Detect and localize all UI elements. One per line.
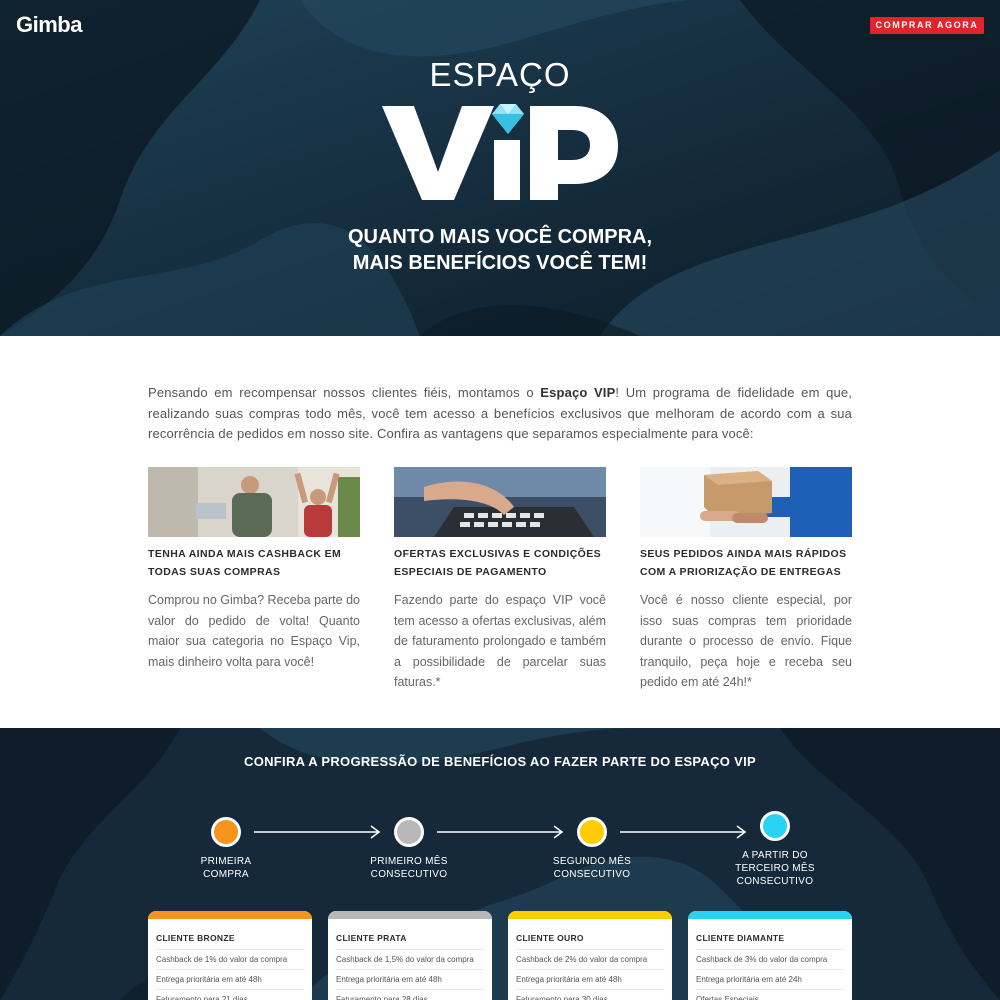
- tier-card-ouro: CLIENTE OURO Cashback de 2% do valor da …: [508, 911, 672, 1000]
- arrow-right-icon: [254, 825, 381, 839]
- progression-title: CONFIRA A PROGRESSÃO DE BENEFÍCIOS AO FA…: [244, 754, 756, 769]
- vip-letter-i: [494, 140, 520, 200]
- step-terceiro-mes: A PARTIR DO TERCEIRO MÊS CONSECUTIVO: [715, 811, 835, 888]
- step-label-line: CONSECUTIVO: [553, 869, 631, 880]
- tier-benefit: Cashback de 1,5% do valor da compra: [336, 949, 484, 970]
- feature-text: Você é nosso cliente especial, por isso …: [640, 593, 852, 689]
- feature-text: Comprou no Gimba? Receba parte do valor …: [148, 593, 360, 669]
- tier-card-diamante: CLIENTE DIAMANTE Cashback de 3% do valor…: [688, 911, 852, 1000]
- tier-card-title: CLIENTE PRATA: [336, 933, 407, 943]
- step-label: PRIMEIRO MÊS CONSECUTIVO: [349, 855, 469, 881]
- feature-cashback: TENHA AINDA MAIS CASHBACK EM TODAS SUAS …: [148, 467, 360, 672]
- feature-photo-delivery-box: [640, 467, 852, 537]
- step-label: SEGUNDO MÊS CONSECUTIVO: [532, 855, 652, 881]
- diamond-icon: [492, 104, 524, 134]
- tier-card-color-bar: [328, 911, 492, 919]
- tier-card-color-bar: [688, 911, 852, 919]
- tier-card-color-bar: [148, 911, 312, 919]
- step-dot-diamond: [760, 811, 790, 841]
- feature-entregas: SEUS PEDIDOS AINDA MAIS RÁPIDOS COM A PR…: [640, 467, 852, 693]
- step-label-line: PRIMEIRO MÊS: [370, 856, 448, 867]
- progression-section: CONFIRA A PROGRESSÃO DE BENEFÍCIOS AO FA…: [0, 728, 1000, 1000]
- tier-card-title: CLIENTE DIAMANTE: [696, 933, 785, 943]
- step-label-line: PRIMEIRA: [200, 856, 252, 867]
- step-label-line: CONSECUTIVO: [736, 876, 814, 887]
- step-label-line: TERCEIRO MÊS: [735, 863, 815, 874]
- step-label-line: SEGUNDO MÊS: [552, 856, 632, 867]
- feature-title: SEUS PEDIDOS AINDA MAIS RÁPIDOS COM A PR…: [640, 548, 847, 578]
- tier-benefit: Entrega prioritária em até 48h: [336, 970, 484, 990]
- hero-tagline-line-1: QUANTO MAIS VOCÊ COMPRA,: [347, 226, 653, 248]
- step-label-line: CONSECUTIVO: [370, 869, 448, 880]
- tier-card-color-bar: [508, 911, 672, 919]
- feature-text: Fazendo parte do espaço VIP você tem ace…: [394, 593, 606, 689]
- tier-card-title: CLIENTE BRONZE: [156, 933, 235, 943]
- step-dot-orange: [211, 817, 241, 847]
- step-label-line: COMPRA: [203, 869, 249, 880]
- step-label: PRIMEIRA COMPRA: [166, 855, 286, 881]
- tier-benefit: Cashback de 1% do valor da compra: [156, 949, 304, 970]
- tier-card-prata: CLIENTE PRATA Cashback de 1,5% do valor …: [328, 911, 492, 1000]
- tier-benefit: Cashback de 2% do valor da compra: [516, 949, 664, 970]
- vip-letter-p: [530, 106, 618, 200]
- tier-card-title: CLIENTE OURO: [516, 933, 584, 943]
- step-dot-gold: [577, 817, 607, 847]
- step-dot-silver: [394, 817, 424, 847]
- tier-benefit: Ofertas Especiais: [696, 990, 844, 1000]
- hero-title-small: ESPAÇO: [429, 56, 571, 93]
- feature-title: OFERTAS EXCLUSIVAS E CONDIÇÕES ESPECIAIS…: [394, 548, 602, 578]
- step-label: A PARTIR DO TERCEIRO MÊS CONSECUTIVO: [715, 849, 835, 888]
- buy-now-button[interactable]: COMPRAR AGORA: [870, 17, 984, 34]
- tier-benefit: Entrega prioritária em até 48h: [516, 970, 664, 990]
- feature-ofertas: OFERTAS EXCLUSIVAS E CONDIÇÕES ESPECIAIS…: [394, 467, 606, 693]
- feature-photo-people-celebrating: [148, 467, 360, 537]
- tier-benefit: Entrega prioritária em até 48h: [156, 970, 304, 990]
- arrow-right-icon: [437, 825, 564, 839]
- hero-banner: Gimba COMPRAR AGORA ESPAÇO QUANTO MAIS V…: [0, 0, 1000, 336]
- arrow-right-icon: [620, 825, 747, 839]
- tier-benefit: Faturamento para 30 dias: [516, 990, 664, 1000]
- hero-tagline-line-2: MAIS BENEFÍCIOS VOCÊ TEM!: [352, 252, 648, 274]
- tier-benefit: Entrega prioritária em até 24h: [696, 970, 844, 990]
- gimba-logo[interactable]: Gimba: [16, 12, 82, 38]
- tier-benefit: Faturamento para 28 dias: [336, 990, 484, 1000]
- intro-paragraph: Pensando em recompensar nossos clientes …: [148, 383, 852, 445]
- tier-card-bronze: CLIENTE BRONZE Cashback de 1% do valor d…: [148, 911, 312, 1000]
- step-label-line: A PARTIR DO: [742, 850, 808, 861]
- tier-benefit: Faturamento para 21 dias: [156, 990, 304, 1000]
- hero-tagline: QUANTO MAIS VOCÊ COMPRA, MAIS BENEFÍCIOS…: [0, 224, 1000, 276]
- intro-text-start: Pensando em recompensar nossos clientes …: [148, 385, 541, 400]
- tier-benefit: Cashback de 3% do valor da compra: [696, 949, 844, 970]
- vip-logo: [380, 100, 620, 204]
- feature-photo-calculator: [394, 467, 606, 537]
- intro-bold-espaco-vip: Espaço VIP: [540, 385, 616, 400]
- feature-title: TENHA AINDA MAIS CASHBACK EM TODAS SUAS …: [148, 548, 342, 578]
- vip-letter-v: [382, 106, 494, 200]
